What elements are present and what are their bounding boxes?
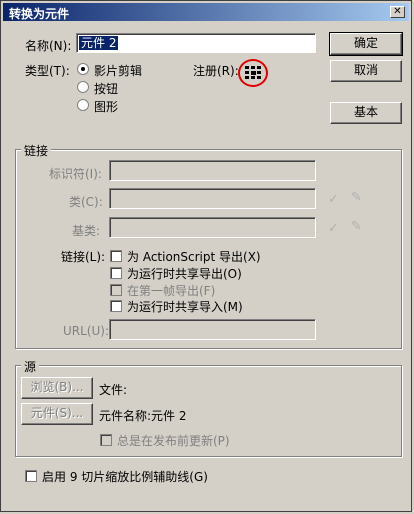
import-runtime-sharing-checkbox[interactable] xyxy=(110,300,122,312)
basic-button[interactable]: 基本 xyxy=(330,102,402,124)
type-label: 类型(T): xyxy=(25,64,70,78)
registration-highlight-circle xyxy=(238,59,268,87)
import-runtime-sharing-label[interactable]: 为运行时共享导入(M) xyxy=(127,298,243,315)
window-title: 转换为元件 xyxy=(9,7,70,21)
browse-button[interactable]: 浏览(B)... xyxy=(21,377,93,399)
export-runtime-sharing-checkbox[interactable] xyxy=(110,267,122,279)
validate-class-icon[interactable]: ✓ xyxy=(328,192,339,207)
export-runtime-sharing-label[interactable]: 为运行时共享导出(O) xyxy=(127,265,242,282)
nine-slice-label[interactable]: 启用 9 切片缩放比例辅助线(G) xyxy=(42,468,208,485)
name-value: 元件 2 xyxy=(79,36,119,50)
class-input[interactable] xyxy=(109,188,316,209)
always-update-label[interactable]: 总是在发布前更新(P) xyxy=(117,432,230,449)
close-button[interactable]: ✕ xyxy=(390,6,405,18)
edit-base-class-pencil-icon[interactable]: ✎ xyxy=(351,219,362,234)
base-class-input[interactable] xyxy=(109,217,316,238)
close-icon: ✕ xyxy=(393,6,402,17)
base-class-label: 基类: xyxy=(72,224,101,238)
ok-button[interactable]: 确定 xyxy=(329,32,403,56)
radio-dot xyxy=(81,67,85,71)
type-movieclip-label[interactable]: 影片剪辑 xyxy=(94,62,142,79)
url-input[interactable] xyxy=(109,319,316,340)
linkage-group-title: 链接 xyxy=(21,142,52,159)
title-bar[interactable]: 转换为元件 ✕ xyxy=(3,3,409,21)
convert-to-symbol-dialog: 转换为元件 ✕ 名称(N): 元件 2 类型(T): 影片剪辑 按钮 图形 注册… xyxy=(0,0,412,512)
name-input[interactable]: 元件 2 xyxy=(76,33,316,53)
cancel-button[interactable]: 取消 xyxy=(330,60,402,82)
nine-slice-checkbox[interactable] xyxy=(25,470,37,482)
export-first-frame-checkbox[interactable] xyxy=(110,284,122,296)
linkage-label: 链接(L): xyxy=(61,250,106,264)
validate-base-class-icon[interactable]: ✓ xyxy=(328,221,339,236)
symbol-button[interactable]: 元件(S)... xyxy=(21,403,93,425)
type-button-label[interactable]: 按钮 xyxy=(94,80,118,97)
url-label: URL(U): xyxy=(63,324,109,338)
symbol-name-label: 元件名称:元件 2 xyxy=(99,409,187,423)
export-first-frame-label[interactable]: 在第一帧导出(F) xyxy=(127,282,215,299)
type-movieclip-radio[interactable] xyxy=(77,63,89,75)
identifier-label: 标识符(I): xyxy=(49,167,102,181)
export-actionscript-label[interactable]: 为 ActionScript 导出(X) xyxy=(127,248,261,265)
registration-label: 注册(R): xyxy=(193,64,239,78)
name-label: 名称(N): xyxy=(25,39,72,53)
class-label: 类(C): xyxy=(69,195,103,209)
edit-class-pencil-icon[interactable]: ✎ xyxy=(351,190,362,205)
export-actionscript-checkbox[interactable] xyxy=(110,250,122,262)
source-group-title: 源 xyxy=(21,358,40,375)
type-graphic-label[interactable]: 图形 xyxy=(94,98,118,115)
type-button-radio[interactable] xyxy=(77,81,89,93)
identifier-input[interactable] xyxy=(109,160,316,181)
registration-grid-icon[interactable] xyxy=(245,66,261,80)
file-label: 文件: xyxy=(99,383,128,397)
type-graphic-radio[interactable] xyxy=(77,99,89,111)
always-update-checkbox[interactable] xyxy=(100,434,112,446)
